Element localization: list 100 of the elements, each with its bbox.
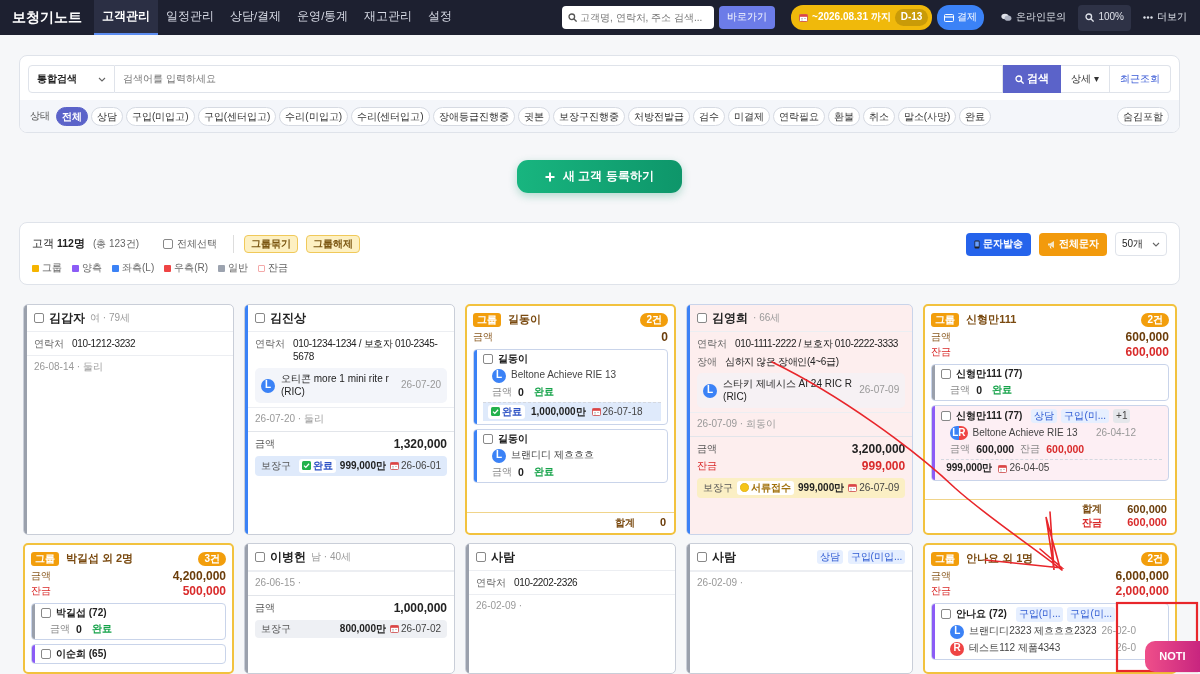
status-filter-chip[interactable]: 환불: [827, 107, 860, 126]
checkbox[interactable]: [255, 313, 265, 323]
status-filter-chip[interactable]: 보장구진행중: [552, 107, 625, 126]
status-filter-chip[interactable]: 연락필요: [772, 107, 825, 126]
group-tag: 그룹: [931, 551, 960, 567]
nav-tab[interactable]: 고객관리: [94, 0, 158, 35]
status-filter-chip[interactable]: 구입(미입고): [126, 107, 195, 126]
check-icon: [491, 407, 501, 417]
field-value: 010-2202-2326: [514, 577, 578, 590]
checkbox[interactable]: [483, 434, 494, 445]
search-button[interactable]: 검색: [1003, 65, 1062, 93]
group-button[interactable]: 그룹묶기: [244, 234, 298, 254]
amount-label: 금액: [931, 331, 952, 344]
more-icon: [1143, 16, 1153, 19]
checkbox[interactable]: [941, 410, 952, 421]
amount-value: 600,000: [976, 443, 1015, 457]
inquiry-button[interactable]: 온라인문의: [994, 4, 1074, 31]
device-name: 브랜디디 제흐흐흐: [511, 449, 594, 462]
amount-value: 600,000: [1127, 502, 1167, 517]
amount-value: 6,000,000: [1115, 569, 1169, 584]
checkbox[interactable]: [483, 354, 494, 365]
checkbox[interactable]: [41, 608, 51, 619]
coin-icon: [740, 483, 750, 493]
member-card[interactable]: 길동이 L 브랜디디 제흐흐흐 금액 0 완료: [473, 429, 669, 483]
app-logo-text: 보청기노트: [12, 8, 82, 27]
amount-label: 금액: [492, 465, 513, 479]
status-filter-chip[interactable]: 취소: [862, 107, 895, 126]
scope-dropdown[interactable]: 통합검색: [28, 65, 115, 93]
member-name: 박길섭 (72): [56, 607, 107, 620]
status-text: 완료: [992, 383, 1013, 397]
device-name: Beltone Achieve RIE 13: [972, 426, 1078, 440]
member-name: 안나요 (72): [956, 608, 1007, 621]
status-filter-chip[interactable]: 수리(미입고): [279, 107, 348, 126]
checkbox[interactable]: [697, 313, 708, 323]
legend-label: 그룹: [42, 262, 62, 275]
status-filter-chip[interactable]: 완료: [959, 107, 992, 126]
more-button[interactable]: 더보기: [1136, 4, 1194, 31]
group-card[interactable]: 그룹 신형만111 2건 금액 600,000 잔금 600,000 신형만111 (77) 금액 0 완료 신형만111 (77) 상담 구입(미... +1 LR Beltone Achieve RIE 13 26-04-12 금액 600,000 잔금 600,000 999,000만 26-04-05 합계 600,000 잔금 600,000: [923, 304, 1177, 535]
nav-tab[interactable]: 운영/통계: [289, 0, 357, 35]
status-filter-chip[interactable]: 장애등급진행중: [432, 107, 515, 126]
status-filter-chip[interactable]: 미결제: [727, 107, 770, 126]
checkbox[interactable]: [41, 648, 51, 659]
field-value: 010-1212-3232: [72, 338, 136, 351]
customer-card[interactable]: 이병헌 남 · 40세 26-06-15 · 금액 1,000,000 보장구 800,000만 26-07-02: [244, 543, 456, 674]
member-card[interactable]: 박길섭 (72) 금액 0 완료: [31, 603, 226, 640]
status-filter-chip[interactable]: 말소(사망): [897, 107, 957, 126]
search-field[interactable]: 고객명, 연락처, 주소 검색...: [562, 6, 715, 29]
search-input[interactable]: 검색어를 입력하세요: [115, 65, 1004, 93]
nav-tab[interactable]: 설정: [420, 0, 461, 35]
credit-card-icon: [944, 13, 955, 22]
checkbox[interactable]: [697, 552, 708, 562]
member-card[interactable]: 신형만111 (77) 상담 구입(미... +1 LR Beltone Achieve RIE 13 26-04-12 금액 600,000 잔금 600,000 999,000만 26-04-05: [931, 404, 1169, 481]
amount-value: 0: [518, 385, 524, 399]
warranty-date: 26-07-09: [859, 481, 900, 494]
group-tag: 그룹: [31, 551, 59, 567]
status-filter-chip[interactable]: 처방전발급: [627, 107, 690, 126]
amount-value: 2,000,000: [1115, 584, 1169, 599]
recent-button[interactable]: 최근조회: [1110, 65, 1171, 93]
status-filter-chip[interactable]: 상담: [91, 107, 123, 126]
status-text: 서류접수: [751, 481, 792, 494]
sms-button[interactable]: 문자발송: [966, 232, 1031, 256]
count-badge: 2건: [1141, 312, 1169, 328]
zoom-button[interactable]: 100%: [1078, 4, 1131, 31]
customer-card[interactable]: 사람 연락처 010-2202-2326 26-02-09 ·: [465, 543, 677, 674]
go-button[interactable]: 바로가기: [719, 6, 776, 29]
customer-card[interactable]: 사람 상담 구입(미입... 26-02-09 ·: [686, 543, 914, 674]
ungroup-button[interactable]: 그룹해제: [306, 234, 360, 254]
group-card[interactable]: 그룹 길동이 2건 금액 0 길동이 L Beltone Achieve RIE 13 금액 0 완료 완료 1,000,000만 26-07-18 길동이 L 브랜디디 제흐흐흐 금액 0 완료 합계 0: [465, 304, 677, 535]
checkbox[interactable]: [163, 239, 173, 249]
legend-label: 잔금: [268, 262, 289, 275]
status-filter-chip[interactable]: 구입(센터입고): [197, 107, 277, 126]
checkbox[interactable]: [34, 313, 44, 323]
member-name: 이순희 (65): [56, 647, 107, 661]
pay-button[interactable]: 결제: [937, 5, 985, 30]
amount-label: 잔금: [1082, 516, 1103, 530]
customer-card[interactable]: 김갑자 여 · 79세 연락처 010-1212-3232 26-08-14 · 둘리: [23, 304, 234, 535]
customer-name: 사람: [712, 549, 737, 565]
device-name: 브랜디디2323 제흐흐흐2323: [969, 625, 1097, 638]
nav-tab[interactable]: 일정관리: [158, 0, 222, 35]
status-tag: 구입(미...: [1015, 607, 1064, 622]
status-filter-chip[interactable]: 전체: [56, 107, 88, 126]
group-card[interactable]: 그룹 박길섭 외 2명 3건 금액 4,200,000 잔금 500,000 박길섭 (72) 금액 0 완료 이순희 (65): [23, 543, 234, 674]
member-card[interactable]: 길동이 L Beltone Achieve RIE 13 금액 0 완료 완료 1,000,000만 26-07-18: [473, 349, 669, 426]
checkbox[interactable]: [941, 369, 952, 380]
detail-button[interactable]: 상세 ▾: [1061, 65, 1110, 93]
hidden-toggle[interactable]: 숨김포함: [1117, 107, 1169, 126]
status-filter-chip[interactable]: 귓본: [517, 107, 550, 126]
checkbox[interactable]: [941, 609, 952, 620]
page-size-select[interactable]: 50개: [1115, 232, 1167, 256]
nav-tab[interactable]: 재고관리: [356, 0, 421, 35]
member-card[interactable]: 이순희 (65): [31, 643, 226, 665]
visit-note: 26-06-15 ·: [248, 571, 455, 595]
checkbox[interactable]: [476, 552, 487, 562]
nav-tab[interactable]: 상담/결제: [222, 0, 290, 35]
noti-button[interactable]: NOTI: [1145, 641, 1200, 672]
status-filter-chip[interactable]: 검수: [692, 107, 725, 126]
status-filter-chip[interactable]: 수리(센터입고): [351, 107, 430, 126]
member-card[interactable]: 신형만111 (77) 금액 0 완료: [931, 364, 1169, 401]
checkbox[interactable]: [255, 552, 265, 562]
customer-name: 김영희: [712, 310, 749, 326]
